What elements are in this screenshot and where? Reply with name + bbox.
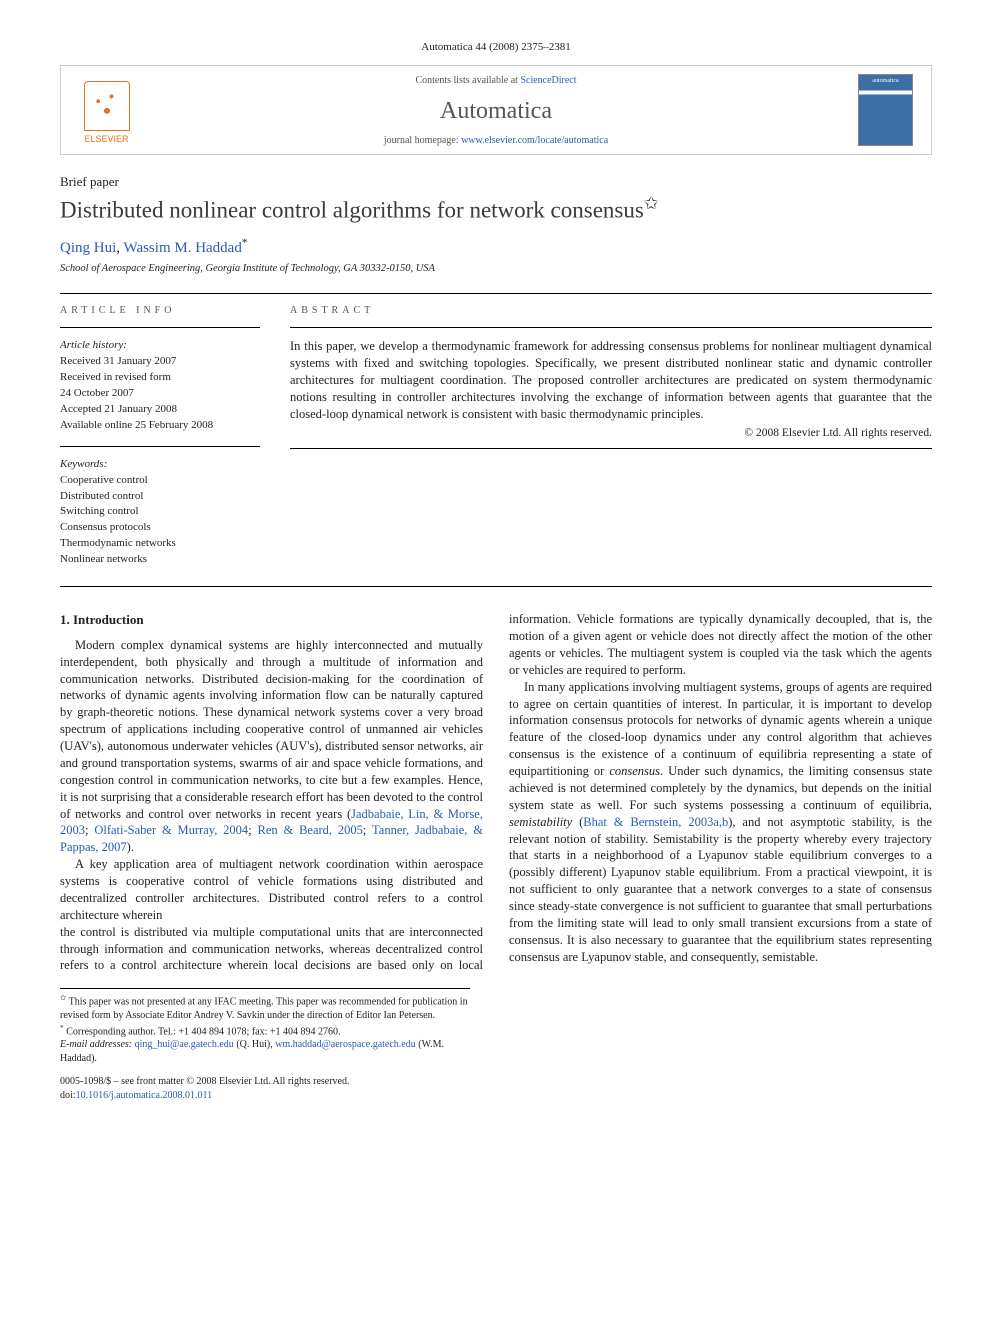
footnote-star: ✩ This paper was not presented at any IF… xyxy=(60,993,470,1022)
doi-link[interactable]: 10.1016/j.automatica.2008.01.011 xyxy=(76,1090,213,1101)
asterisk-icon: * xyxy=(60,1023,64,1032)
journal-banner: ELSEVIER Contents lists available at Sci… xyxy=(60,65,932,155)
doi-label: doi: xyxy=(60,1090,76,1101)
banner-center: Contents lists available at ScienceDirec… xyxy=(152,66,840,154)
author-link[interactable]: Qing Hui xyxy=(60,240,116,256)
front-matter-line: 0005-1098/$ – see front matter © 2008 El… xyxy=(60,1075,932,1089)
emphasis: semistability xyxy=(509,815,572,829)
body-text: ). xyxy=(127,840,134,854)
keyword: Consensus protocols xyxy=(60,520,260,536)
footnote-emails: E-mail addresses: qing_hui@ae.gatech.edu… xyxy=(60,1038,470,1065)
history-label: Article history: xyxy=(60,338,260,354)
elsevier-logo: ELSEVIER xyxy=(77,75,137,145)
section-heading: 1. Introduction xyxy=(60,611,483,629)
body-text: ), and not asymptotic stability, is the … xyxy=(509,815,932,964)
paper-title: Distributed nonlinear control algorithms… xyxy=(60,192,932,226)
body-columns: 1. Introduction Modern complex dynamical… xyxy=(60,611,932,974)
rule xyxy=(60,446,260,447)
footnote-text: This paper was not presented at any IFAC… xyxy=(60,997,468,1022)
history-item: Available online 25 February 2008 xyxy=(60,418,260,434)
article-info-label: ARTICLE INFO xyxy=(60,304,260,318)
homepage-prefix: journal homepage: xyxy=(384,135,461,146)
journal-cover-thumb: automatica xyxy=(858,74,913,146)
history-item: 24 October 2007 xyxy=(60,386,260,402)
authors: Qing Hui, Wassim M. Haddad* xyxy=(60,236,932,258)
keyword: Nonlinear networks xyxy=(60,552,260,568)
article-history: Article history: Received 31 January 200… xyxy=(60,338,260,434)
homepage-link[interactable]: www.elsevier.com/locate/automatica xyxy=(461,135,608,146)
rule xyxy=(60,586,932,587)
keywords-block: Keywords: Cooperative control Distribute… xyxy=(60,457,260,569)
publisher-logo-cell: ELSEVIER xyxy=(61,66,152,154)
email-link[interactable]: wm.haddad@aerospace.gatech.edu xyxy=(275,1039,416,1050)
elsevier-tree-icon xyxy=(84,81,130,131)
emphasis: consensus xyxy=(609,764,660,778)
body-paragraph: In many applications involving multiagen… xyxy=(509,679,932,966)
affiliation: School of Aerospace Engineering, Georgia… xyxy=(60,262,932,276)
footnotes: ✩ This paper was not presented at any IF… xyxy=(60,988,470,1065)
footnote-text: Corresponding author. Tel.: +1 404 894 1… xyxy=(66,1026,340,1037)
title-footnote-marker: ✩ xyxy=(644,194,658,213)
body-text: Modern complex dynamical systems are hig… xyxy=(60,638,483,821)
sciencedirect-link[interactable]: ScienceDirect xyxy=(520,75,576,86)
abstract-text: In this paper, we develop a thermodynami… xyxy=(290,338,932,422)
homepage-line: journal homepage: www.elsevier.com/locat… xyxy=(152,134,840,148)
keyword: Cooperative control xyxy=(60,473,260,489)
keyword: Thermodynamic networks xyxy=(60,536,260,552)
contents-prefix: Contents lists available at xyxy=(415,75,520,86)
cover-cell: automatica xyxy=(840,66,931,154)
corr-marker: * xyxy=(242,237,248,249)
journal-name: Automatica xyxy=(152,95,840,127)
rule xyxy=(60,293,932,294)
history-item: Received 31 January 2007 xyxy=(60,354,260,370)
author-link[interactable]: Wassim M. Haddad xyxy=(123,240,241,256)
keyword: Distributed control xyxy=(60,489,260,505)
citation-link[interactable]: Olfati-Saber & Murray, 2004 xyxy=(94,823,248,837)
rule xyxy=(290,327,932,328)
copyright: © 2008 Elsevier Ltd. All rights reserved… xyxy=(290,426,932,442)
footer: 0005-1098/$ – see front matter © 2008 El… xyxy=(60,1075,932,1102)
rule xyxy=(290,448,932,449)
abstract-column: ABSTRACT In this paper, we develop a the… xyxy=(290,304,932,581)
email-label: E-mail addresses: xyxy=(60,1039,132,1050)
citation-link[interactable]: Bhat & Bernstein, 2003a,b xyxy=(583,815,728,829)
rule xyxy=(60,327,260,328)
history-item: Accepted 21 January 2008 xyxy=(60,402,260,418)
email-link[interactable]: qing_hui@ae.gatech.edu xyxy=(135,1039,234,1050)
paper-type: Brief paper xyxy=(60,173,932,191)
header-citation: Automatica 44 (2008) 2375–2381 xyxy=(60,40,932,55)
info-abstract-row: ARTICLE INFO Article history: Received 3… xyxy=(60,304,932,581)
abstract-label: ABSTRACT xyxy=(290,304,932,318)
footnote-corr: * Corresponding author. Tel.: +1 404 894… xyxy=(60,1023,470,1039)
email-who: (Q. Hui), xyxy=(236,1039,272,1050)
publisher-name: ELSEVIER xyxy=(84,133,128,145)
title-text: Distributed nonlinear control algorithms… xyxy=(60,198,644,223)
body-paragraph: Modern complex dynamical systems are hig… xyxy=(60,637,483,856)
keyword: Switching control xyxy=(60,504,260,520)
article-info-column: ARTICLE INFO Article history: Received 3… xyxy=(60,304,260,581)
history-item: Received in revised form xyxy=(60,370,260,386)
contents-line: Contents lists available at ScienceDirec… xyxy=(152,74,840,88)
body-paragraph: A key application area of multiagent net… xyxy=(60,856,483,924)
star-icon: ✩ xyxy=(60,993,66,1002)
keywords-label: Keywords: xyxy=(60,457,260,473)
doi-line: doi:10.1016/j.automatica.2008.01.011 xyxy=(60,1089,932,1103)
citation-link[interactable]: Ren & Beard, 2005 xyxy=(258,823,363,837)
